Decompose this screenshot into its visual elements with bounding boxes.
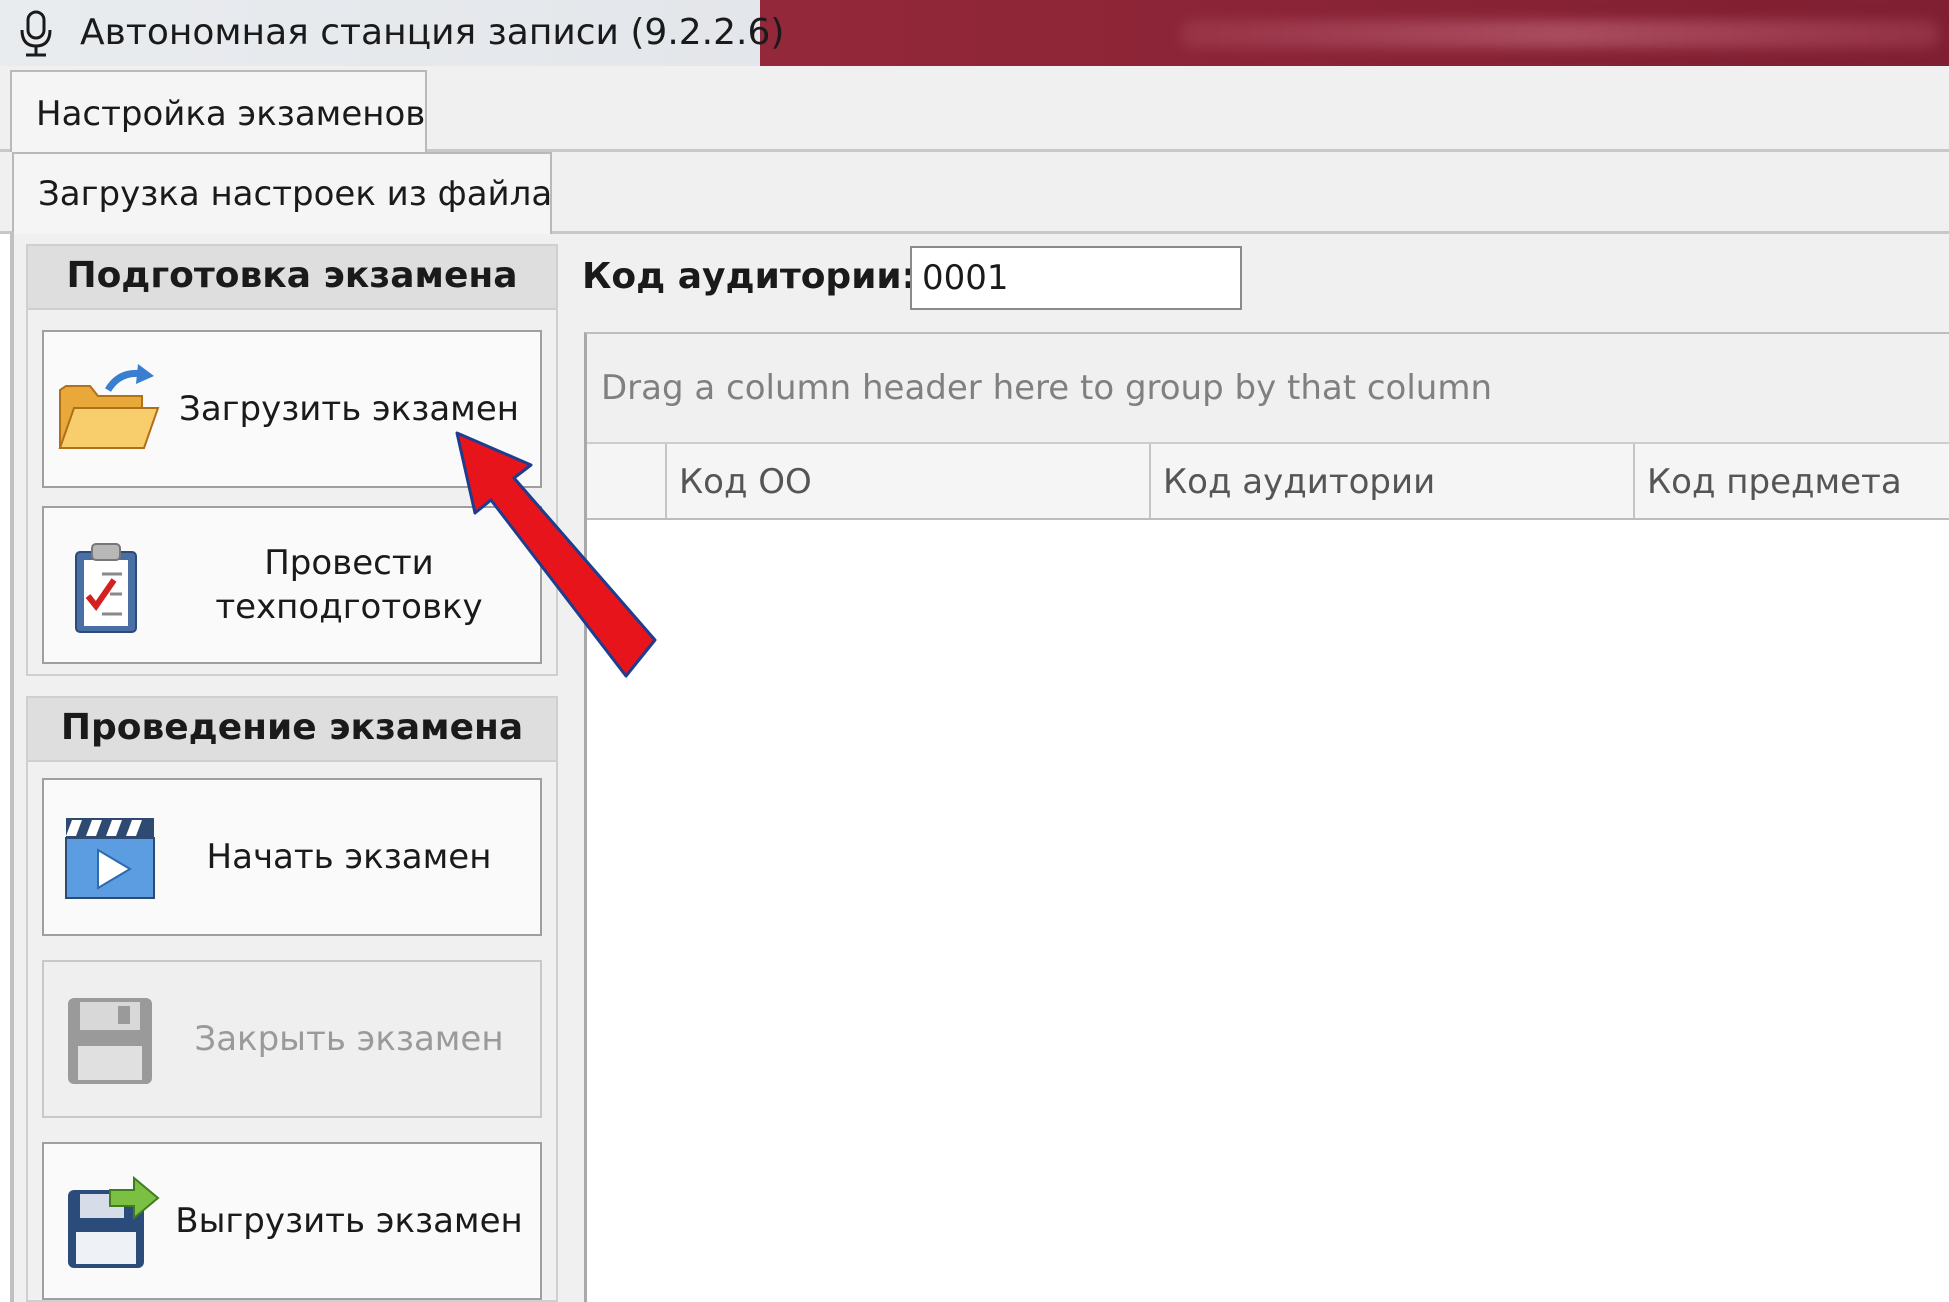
open-folder-icon — [58, 364, 160, 449]
tab-load-settings-label: Загрузка настроек из файла — [38, 174, 553, 214]
play-video-icon — [65, 818, 155, 899]
close-exam-button[interactable]: Закрыть экзамен — [42, 960, 542, 1118]
room-code-input[interactable] — [910, 246, 1242, 310]
column-header-label: Код аудитории — [1163, 462, 1436, 502]
column-header-label: Код предмета — [1647, 462, 1902, 502]
section-title: Проведение экзамена — [28, 698, 556, 762]
microphone-icon — [20, 10, 52, 57]
column-header-subject-code[interactable]: Код предмета — [1635, 444, 1949, 518]
tech-preparation-button[interactable]: Провести техподготовку — [42, 506, 542, 664]
start-exam-button[interactable]: Начать экзамен — [42, 778, 542, 936]
sidebar: Подготовка экзамена Загрузить экзамен Пр… — [14, 234, 564, 1302]
start-exam-label: Начать экзамен — [206, 837, 492, 877]
window-title: Автономная станция записи (9.2.2.6) — [80, 12, 785, 53]
title-bar: Автономная станция записи (9.2.2.6) — [0, 0, 1949, 66]
export-disk-icon — [68, 1175, 160, 1268]
section-exam-conduct: Проведение экзамена Начать экзамен Закры… — [26, 696, 558, 1302]
column-header-org-code[interactable]: Код ОО — [667, 444, 1151, 518]
column-header-room-code[interactable]: Код аудитории — [1151, 444, 1635, 518]
section-exam-preparation: Подготовка экзамена Загрузить экзамен Пр… — [26, 244, 558, 676]
clipboard-check-icon — [75, 543, 137, 633]
save-disk-icon — [68, 998, 152, 1084]
tab-exam-settings[interactable]: Настройка экзаменов — [10, 70, 427, 154]
close-exam-label: Закрыть экзамен — [194, 1019, 504, 1059]
room-code-label: Код аудитории: — [582, 256, 917, 297]
column-header-label: Код ОО — [679, 462, 812, 502]
group-by-hint: Drag a column header here to group by th… — [601, 368, 1493, 408]
main-content: Код аудитории: Drag a column header here… — [564, 234, 1949, 1302]
group-by-panel[interactable]: Drag a column header here to group by th… — [587, 334, 1949, 444]
blurred-titlebar-area — [1180, 20, 1940, 48]
row-indicator-header — [587, 444, 667, 518]
export-exam-button[interactable]: Выгрузить экзамен — [42, 1142, 542, 1300]
exam-grid: Drag a column header here to group by th… — [584, 332, 1949, 1302]
tab-load-settings-from-file[interactable]: Загрузка настроек из файла — [12, 152, 552, 236]
section-title: Подготовка экзамена — [28, 246, 556, 310]
export-exam-label: Выгрузить экзамен — [175, 1201, 523, 1241]
tab-exam-settings-label: Настройка экзаменов — [36, 94, 426, 134]
tech-preparation-label: Провести техподготовку — [215, 543, 483, 627]
load-exam-button[interactable]: Загрузить экзамен — [42, 330, 542, 488]
grid-header-row: Код ОО Код аудитории Код предмета — [587, 444, 1949, 520]
load-exam-label: Загрузить экзамен — [179, 389, 519, 429]
